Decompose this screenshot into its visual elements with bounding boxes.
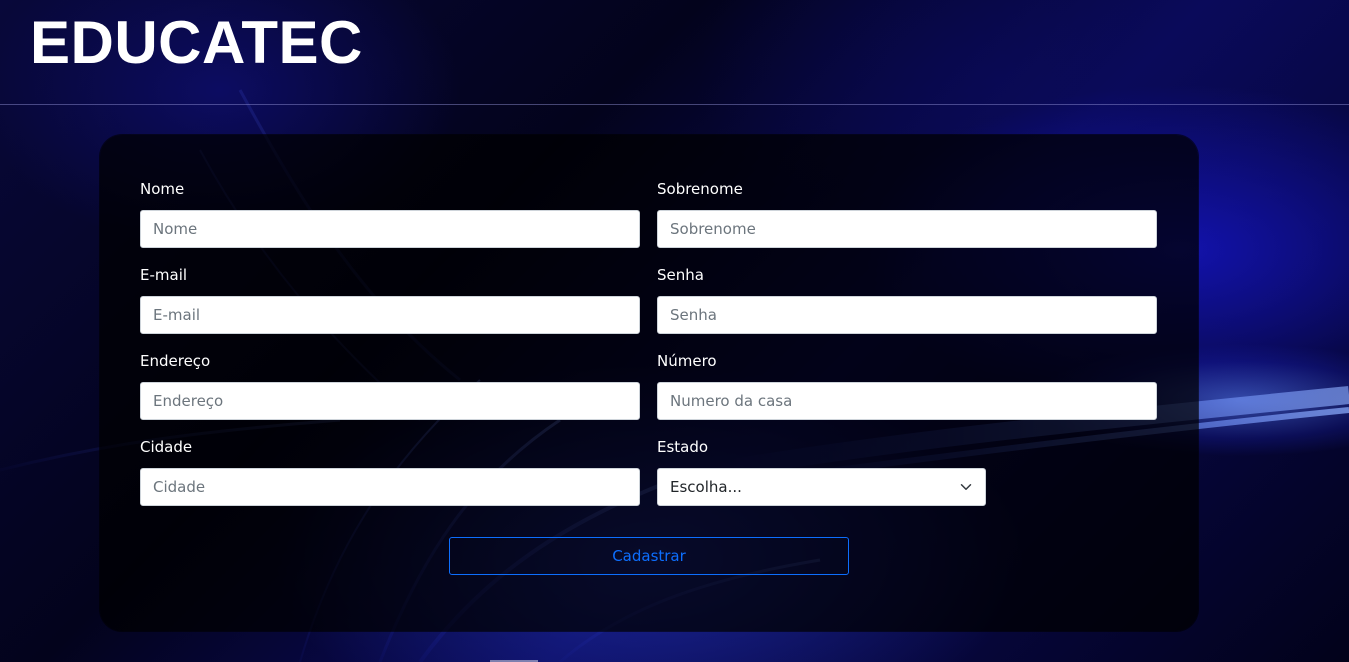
estado-label: Estado — [657, 438, 709, 456]
senha-label: Senha — [657, 266, 704, 284]
sobrenome-label: Sobrenome — [657, 180, 743, 198]
nome-label: Nome — [140, 180, 185, 198]
cadastrar-button[interactable]: Cadastrar — [449, 537, 849, 575]
cidade-label: Cidade — [140, 438, 193, 456]
estado-select[interactable]: Escolha... — [657, 468, 986, 506]
email-label: E-mail — [140, 266, 188, 284]
brand-logo-text: EDUCATEC — [30, 9, 363, 76]
cidade-field-group: Cidade — [140, 393, 640, 506]
chevron-down-icon — [960, 484, 972, 490]
estado-select-value[interactable]: Escolha... — [657, 468, 986, 506]
estado-field-group: Estado Escolha... — [657, 393, 1157, 506]
numero-label: Número — [657, 352, 717, 370]
site-header: EDUCATEC — [0, 0, 1349, 105]
registration-form-card: Nome Sobrenome E-mail Senha Endereço Núm… — [100, 135, 1198, 631]
endereco-label: Endereço — [140, 352, 211, 370]
cidade-input[interactable] — [140, 468, 640, 506]
